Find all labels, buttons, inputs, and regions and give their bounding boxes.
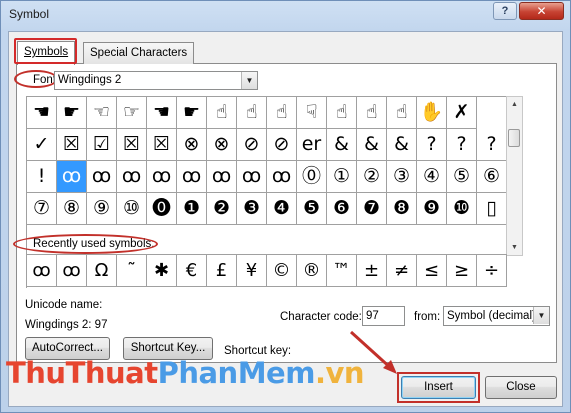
window-close-button[interactable]: ✕ <box>519 2 564 20</box>
red-arrow-icon <box>349 330 397 374</box>
title-bar[interactable]: Symbol ? ✕ <box>1 1 570 29</box>
watermark-part2: PhanMem <box>157 356 316 390</box>
watermark-part1: ThuThuat <box>6 356 158 390</box>
watermark: ThuThuatPhanMem.vn <box>6 356 365 390</box>
symbol-dialog: Symbol ? ✕ Symbols Special Characters Fo… <box>0 0 571 413</box>
help-button[interactable]: ? <box>493 2 517 20</box>
window-title: Symbol <box>9 7 50 21</box>
dialog-client: Symbols Special Characters Font: Wingdin… <box>8 31 563 407</box>
symbols-tab-highlight <box>14 38 77 64</box>
watermark-part3: .vn <box>314 356 365 390</box>
